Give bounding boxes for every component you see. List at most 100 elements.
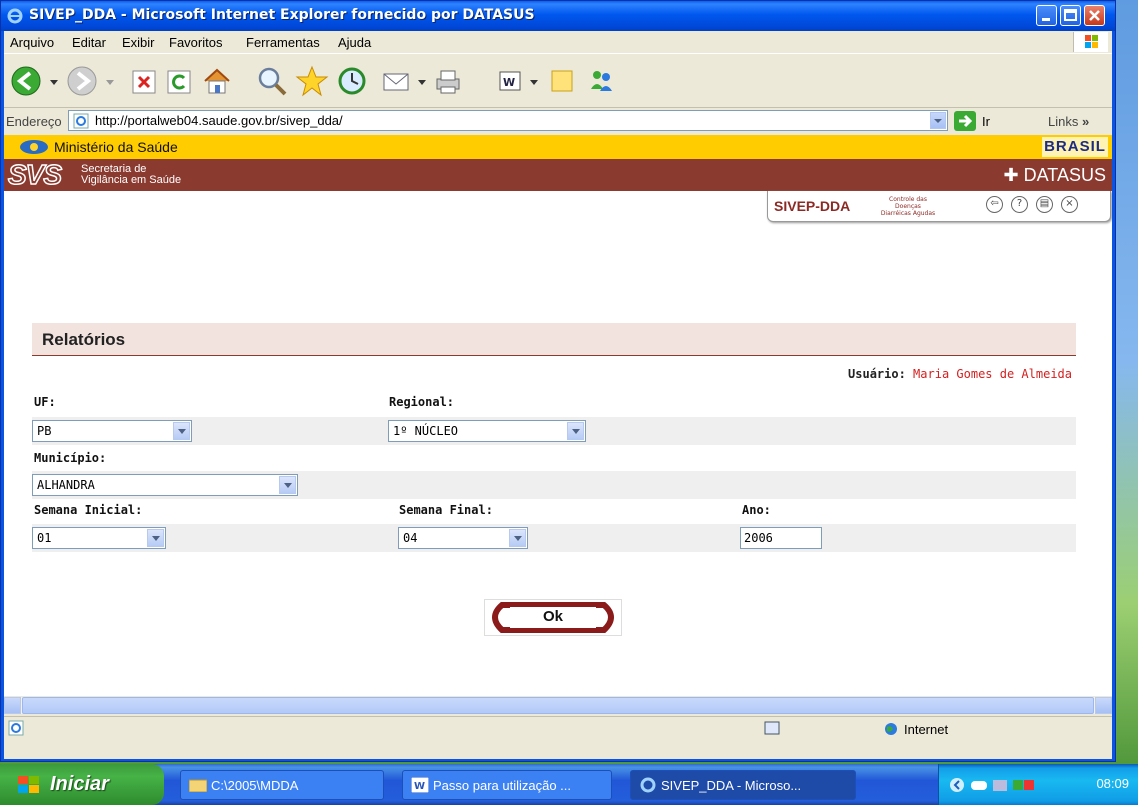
stop-icon[interactable]	[129, 63, 159, 99]
tray-icons	[950, 778, 1034, 792]
municipio-row: ALHANDRA	[32, 471, 1076, 499]
svg-text:W: W	[414, 781, 425, 792]
address-dropdown-icon[interactable]	[930, 112, 946, 129]
uf-value: PB	[37, 424, 52, 438]
brazil-coat-icon	[20, 140, 48, 154]
scroll-left-icon[interactable]	[4, 697, 21, 714]
system-tray: 08:09	[938, 764, 1138, 805]
scroll-thumb[interactable]	[22, 697, 1094, 714]
discuss-icon[interactable]	[544, 63, 580, 99]
forward-icon[interactable]	[64, 63, 100, 99]
address-url: http://portalweb04.saude.gov.br/sivep_dd…	[95, 113, 343, 128]
exit-icon[interactable]: ×	[1061, 196, 1078, 213]
semana-final-value: 04	[403, 531, 418, 545]
uf-regional-row: PB 1º NÚCLEO	[32, 417, 1076, 445]
ie-task-icon	[640, 777, 656, 793]
window-title: SIVEP_DDA - Microsoft Internet Explorer …	[29, 7, 535, 23]
back-dropdown-icon[interactable]	[48, 63, 60, 99]
windows-logo-icon	[18, 776, 39, 793]
close-button[interactable]	[1084, 5, 1105, 26]
go-arrow-icon[interactable]	[954, 111, 976, 131]
home-icon[interactable]	[199, 63, 235, 99]
go-button[interactable]: Ir	[982, 114, 990, 129]
ie-logo-icon	[7, 8, 23, 24]
maximize-button[interactable]	[1060, 5, 1081, 26]
mail-dropdown-icon[interactable]	[416, 63, 428, 99]
ano-value: 2006	[744, 531, 773, 545]
help-icon[interactable]: ?	[1011, 196, 1028, 213]
refresh-icon[interactable]	[164, 63, 194, 99]
chevron-down-icon	[173, 422, 190, 440]
start-button[interactable]: Iniciar	[0, 764, 164, 805]
regional-select[interactable]: 1º NÚCLEO	[388, 420, 586, 442]
print-icon[interactable]	[430, 63, 466, 99]
menu-ferramentas[interactable]: Ferramentas	[246, 35, 320, 50]
links-button[interactable]: Links »	[1048, 114, 1089, 129]
semana-final-label: Semana Final:	[399, 503, 493, 517]
svs-bar: SVS Secretaria de Vigilância em Saúde ✚ …	[4, 159, 1112, 191]
uf-select[interactable]: PB	[32, 420, 192, 442]
back-circle-icon[interactable]: ⇦	[986, 196, 1003, 213]
address-bar: Endereço http://portalweb04.saude.gov.br…	[4, 108, 1112, 134]
svs-text: Secretaria de Vigilância em Saúde	[81, 164, 181, 186]
menu-favoritos[interactable]: Favoritos	[169, 35, 222, 50]
edit-dropdown-icon[interactable]	[528, 63, 540, 99]
section-header: Relatórios	[32, 323, 1076, 356]
title-bar[interactable]: SIVEP_DDA - Microsoft Internet Explorer …	[1, 1, 1115, 31]
back-icon[interactable]	[8, 63, 44, 99]
word-icon: W	[411, 777, 429, 793]
municipio-label: Município:	[34, 451, 107, 465]
semana-inicial-select[interactable]: 01	[32, 527, 166, 549]
close-icon	[1089, 10, 1100, 21]
status-bar: Internet	[4, 716, 1112, 741]
messenger-icon[interactable]	[584, 63, 620, 99]
datasus-logo: ✚ DATASUS	[1004, 165, 1106, 186]
search-icon[interactable]	[254, 63, 290, 99]
clock: 08:09	[1096, 776, 1129, 791]
menu-ajuda[interactable]: Ajuda	[338, 35, 371, 50]
toolbar: W	[4, 55, 1112, 108]
user-info: Usuário: Maria Gomes de Almeida	[848, 367, 1072, 381]
horizontal-scrollbar[interactable]	[4, 697, 1112, 714]
browser-client: Arquivo Editar Exibir Favoritos Ferramen…	[4, 31, 1112, 759]
task-ie[interactable]: SIVEP_DDA - Microso...	[630, 770, 856, 800]
minimize-button[interactable]	[1036, 5, 1057, 26]
scroll-right-icon[interactable]	[1095, 697, 1112, 714]
ok-label: Ok	[542, 608, 563, 625]
semana-row: 01 04 2006	[32, 524, 1076, 552]
plus-icon: ✚	[1003, 165, 1019, 185]
menu-exibir[interactable]: Exibir	[122, 35, 155, 50]
minimize-icon	[1042, 18, 1050, 21]
semana-final-select[interactable]: 04	[398, 527, 528, 549]
menu-bar: Arquivo Editar Exibir Favoritos Ferramen…	[4, 31, 1112, 54]
forward-dropdown-icon[interactable]	[104, 63, 116, 99]
menu-editar[interactable]: Editar	[72, 35, 106, 50]
task-folder-label: C:\2005\MDDA	[211, 778, 299, 793]
maximize-icon	[1064, 9, 1077, 21]
printer-icon[interactable]: ▤	[1036, 196, 1053, 213]
page-viewport: Ministério da Saúde BRASIL SVS Secretari…	[4, 135, 1112, 696]
menu-arquivo[interactable]: Arquivo	[10, 35, 54, 50]
internet-globe-icon	[885, 723, 897, 735]
task-ie-label: SIVEP_DDA - Microso...	[661, 778, 802, 793]
folder-icon	[189, 779, 207, 792]
svs-logo: SVS	[7, 159, 63, 190]
datasus-label: DATASUS	[1023, 165, 1106, 185]
address-input[interactable]: http://portalweb04.saude.gov.br/sivep_dd…	[68, 110, 948, 131]
word-edit-icon[interactable]: W	[492, 63, 528, 99]
history-icon[interactable]	[334, 63, 370, 99]
sivep-subtitle: Controle das Doenças Diarréicas Agudas	[880, 196, 936, 217]
task-folder[interactable]: C:\2005\MDDA	[180, 770, 384, 800]
mail-icon[interactable]	[379, 63, 415, 99]
svg-text:W: W	[503, 76, 515, 89]
svs-line2: Vigilância em Saúde	[81, 174, 182, 186]
sivep-title: SIVEP-DDA	[774, 198, 851, 214]
municipio-select[interactable]: ALHANDRA	[32, 474, 298, 496]
ok-button[interactable]: Ok	[484, 599, 622, 636]
favorites-icon[interactable]	[294, 63, 330, 99]
ano-input[interactable]: 2006	[740, 527, 822, 549]
ministry-label: Ministério da Saúde	[54, 139, 178, 155]
task-word[interactable]: W Passo para utilização ...	[402, 770, 612, 800]
section-title: Relatórios	[42, 330, 126, 349]
user-name: Maria Gomes de Almeida	[913, 367, 1072, 381]
